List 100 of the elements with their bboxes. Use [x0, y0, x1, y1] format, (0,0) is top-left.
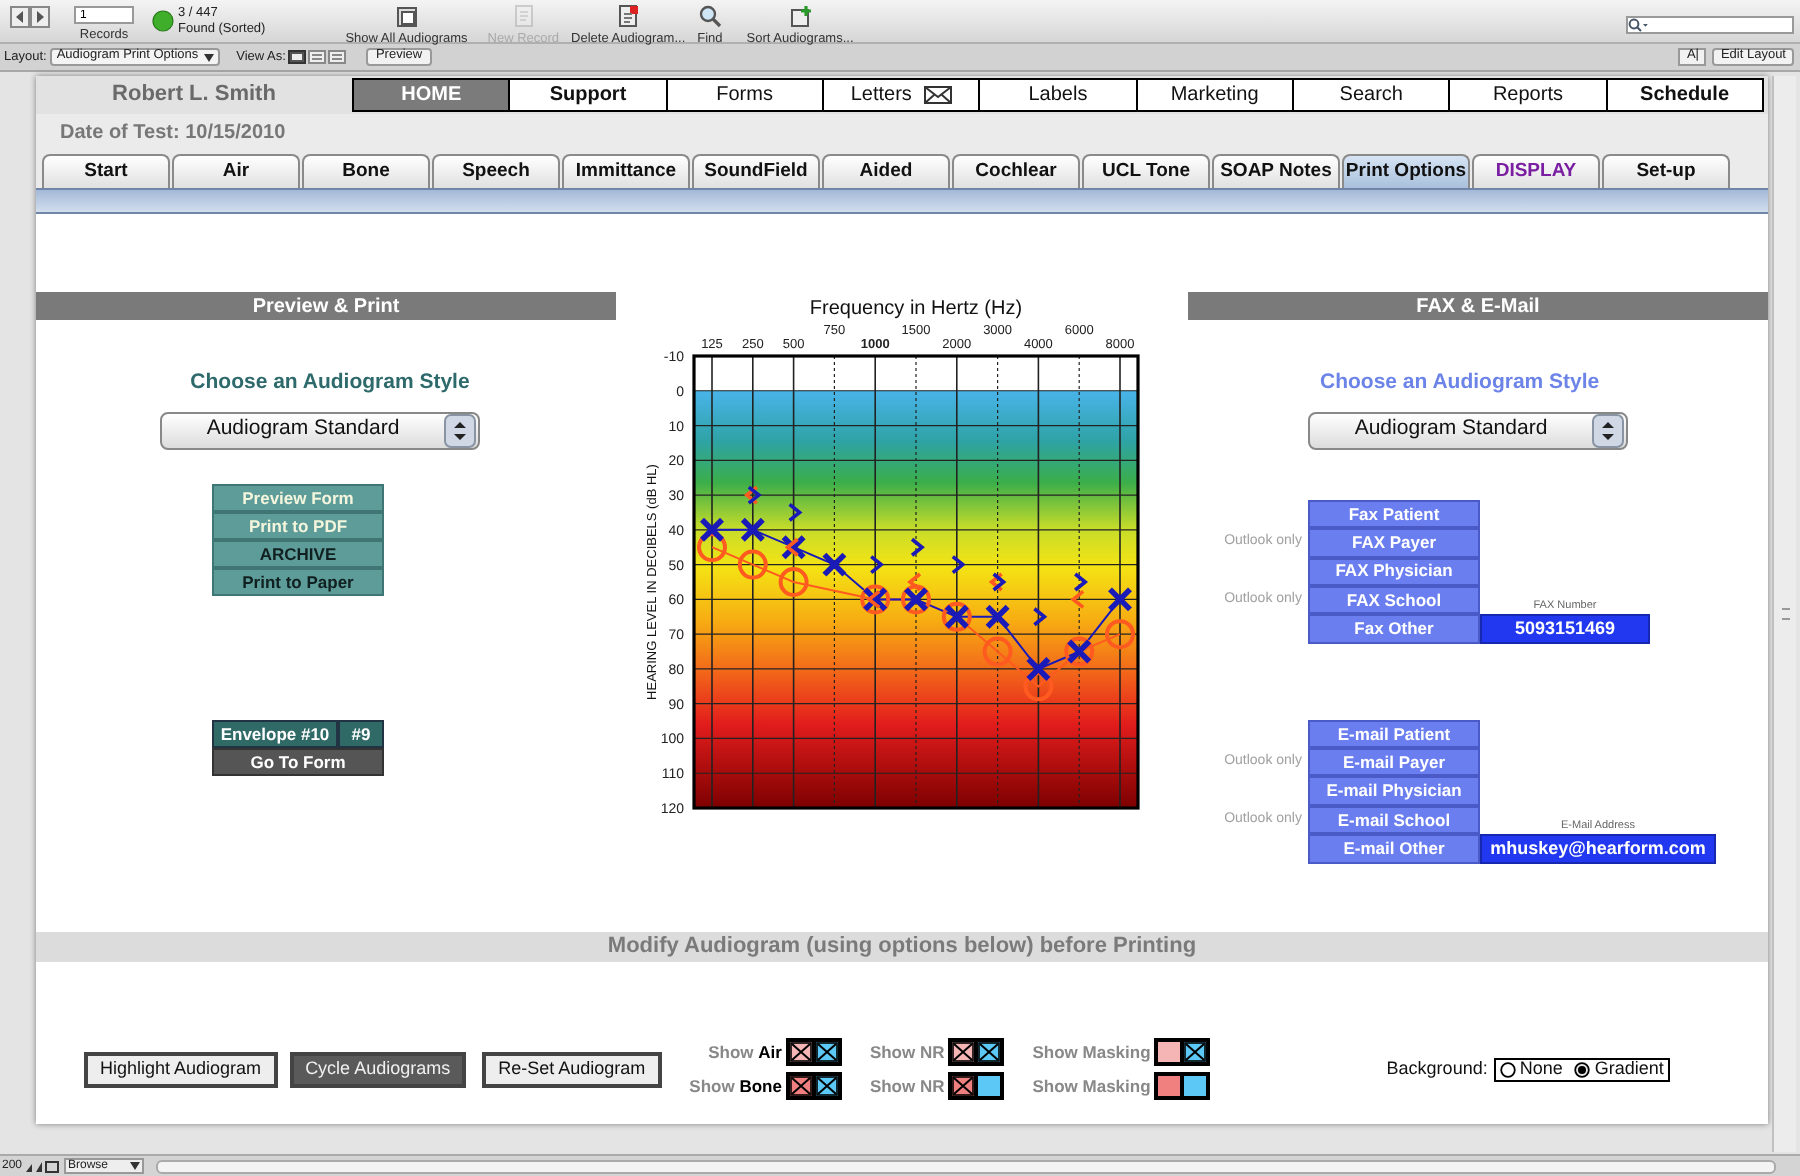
fax-button[interactable]: Fax Patient	[1308, 499, 1480, 529]
chart-title: Frequency in Hertz (Hz)	[809, 298, 1023, 320]
records-icon	[394, 4, 419, 28]
x-marker	[821, 551, 848, 578]
toggle-label: Show Air	[708, 1039, 782, 1065]
tab[interactable]: Bone	[302, 154, 430, 188]
tab[interactable]: SOAP Notes	[1212, 154, 1340, 188]
tab[interactable]: Speech	[432, 154, 560, 188]
date-of-test: Date of Test: 10/15/2010	[60, 120, 286, 148]
section-header: FAX & E-Mail	[1188, 292, 1768, 320]
circle-marker	[1023, 671, 1054, 702]
document-icon	[616, 4, 641, 28]
radio-label[interactable]: None	[1519, 1060, 1563, 1078]
search-icon	[1628, 18, 1648, 32]
email-field[interactable]: mhuskey@hearform.com	[1480, 834, 1716, 864]
right-caret-marker	[1074, 572, 1089, 592]
fax-button[interactable]: FAX Payer	[1308, 528, 1480, 558]
left-caret-marker	[784, 537, 799, 557]
radio-button[interactable]	[1499, 1061, 1516, 1077]
left-caret-marker	[907, 572, 922, 592]
fax-button[interactable]: FAX School	[1308, 585, 1480, 615]
document-plus-icon	[788, 4, 813, 28]
toggle-checkbox[interactable]	[1182, 1040, 1209, 1064]
toggle-label: Show Masking	[1032, 1073, 1151, 1099]
circle-marker	[737, 549, 768, 580]
tab[interactable]: Aided	[822, 154, 950, 188]
envelope-icon	[923, 86, 952, 104]
tab[interactable]: SoundField	[692, 154, 820, 188]
x-marker	[699, 517, 725, 543]
circle-marker	[778, 567, 809, 597]
toggle-checkbox[interactable]	[1182, 1074, 1209, 1098]
left-caret-marker	[988, 572, 1003, 592]
tab[interactable]: Start	[42, 154, 170, 188]
toggle-checkbox[interactable]	[950, 1074, 977, 1098]
document-icon	[511, 4, 536, 28]
email-button[interactable]: E-mail Physician	[1308, 776, 1480, 806]
caret-icon	[130, 1162, 141, 1170]
vertical-scrollbar[interactable]	[1772, 76, 1796, 1152]
fax-field[interactable]: 5093151469	[1480, 614, 1650, 644]
x-marker	[740, 517, 766, 543]
toggle-checkbox[interactable]	[1156, 1074, 1183, 1098]
toggle-label: Show Bone	[689, 1073, 782, 1099]
audiogram-button[interactable]: Re-Set Audiogram	[482, 1051, 662, 1087]
email-button[interactable]: E-mail School	[1308, 805, 1480, 835]
nav-tab[interactable]: HOME	[354, 80, 509, 110]
email-button[interactable]: E-mail Patient	[1308, 719, 1480, 749]
toggle-checkbox[interactable]	[787, 1074, 814, 1098]
left-caret-marker	[743, 485, 758, 505]
print-button[interactable]: ARCHIVE	[212, 539, 384, 568]
radio-button[interactable]	[1574, 1061, 1591, 1077]
style-label: Choose an Audiogram Style	[188, 368, 472, 398]
right-caret-marker	[992, 572, 1007, 592]
style-dropdown[interactable]: Audiogram Standard	[1308, 411, 1628, 450]
left-caret-marker	[866, 589, 881, 609]
audiogram-button[interactable]: Highlight Audiogram	[84, 1051, 278, 1087]
table-view-icon[interactable]	[327, 50, 346, 64]
circle-marker	[982, 636, 1013, 667]
email-button[interactable]: E-mail Payer	[1308, 748, 1480, 777]
toggle-checkbox[interactable]	[1156, 1040, 1183, 1064]
email-button[interactable]: E-mail Other	[1308, 834, 1480, 864]
envelope-button[interactable]: Envelope #10	[212, 719, 338, 748]
envelope-button[interactable]: #9	[338, 719, 384, 748]
horizontal-scrollbar[interactable]	[156, 1159, 1776, 1173]
tab[interactable]: Cochlear	[952, 154, 1080, 188]
x-marker	[780, 534, 807, 561]
fax-button[interactable]: Fax Other	[1308, 614, 1480, 644]
toggle-checkbox[interactable]	[813, 1040, 840, 1064]
circle-marker	[697, 532, 727, 563]
next-record-button[interactable]	[30, 6, 50, 28]
tab[interactable]: Immittance	[562, 154, 690, 188]
toggle-checkbox[interactable]	[976, 1040, 1003, 1064]
x-marker	[1025, 656, 1052, 682]
fax-button[interactable]: FAX Physician	[1308, 557, 1480, 586]
right-caret-marker	[951, 555, 966, 575]
section-header: Modify Audiogram (using options below) before Printing	[36, 932, 1768, 962]
zoom-controls-icon[interactable]	[24, 1159, 61, 1173]
previous-record-button[interactable]	[10, 6, 30, 28]
go-to-form-button[interactable]: Go To Form	[212, 747, 384, 776]
right-caret-marker	[910, 537, 925, 557]
left-caret-marker	[1070, 589, 1085, 609]
right-caret-marker	[870, 555, 885, 575]
form-view-icon[interactable]	[287, 50, 306, 64]
patient-name: Robert L. Smith	[110, 80, 278, 111]
toggle-checkbox[interactable]	[813, 1074, 840, 1098]
toggle-checkbox[interactable]	[787, 1040, 814, 1064]
toggle-label: Show NR	[869, 1039, 945, 1065]
tab[interactable]: Print Options	[1342, 154, 1470, 188]
search-field[interactable]	[1626, 16, 1794, 34]
print-button[interactable]: Print to Paper	[212, 567, 384, 596]
audiogram-button[interactable]: Cycle Audiograms	[289, 1051, 467, 1087]
toggle-checkbox[interactable]	[950, 1040, 977, 1064]
tab[interactable]: UCL Tone	[1082, 154, 1210, 188]
tab[interactable]: DISPLAY	[1472, 154, 1600, 188]
toggle-checkbox[interactable]	[976, 1074, 1003, 1098]
style-dropdown[interactable]: Audiogram Standard	[160, 411, 480, 450]
tab[interactable]: Air	[172, 154, 300, 188]
tab[interactable]: Set-up	[1602, 154, 1730, 188]
radio-label[interactable]: Gradient	[1594, 1060, 1664, 1078]
toggle-label: Show NR	[869, 1073, 945, 1099]
style-label: Choose an Audiogram Style	[1320, 368, 1602, 398]
